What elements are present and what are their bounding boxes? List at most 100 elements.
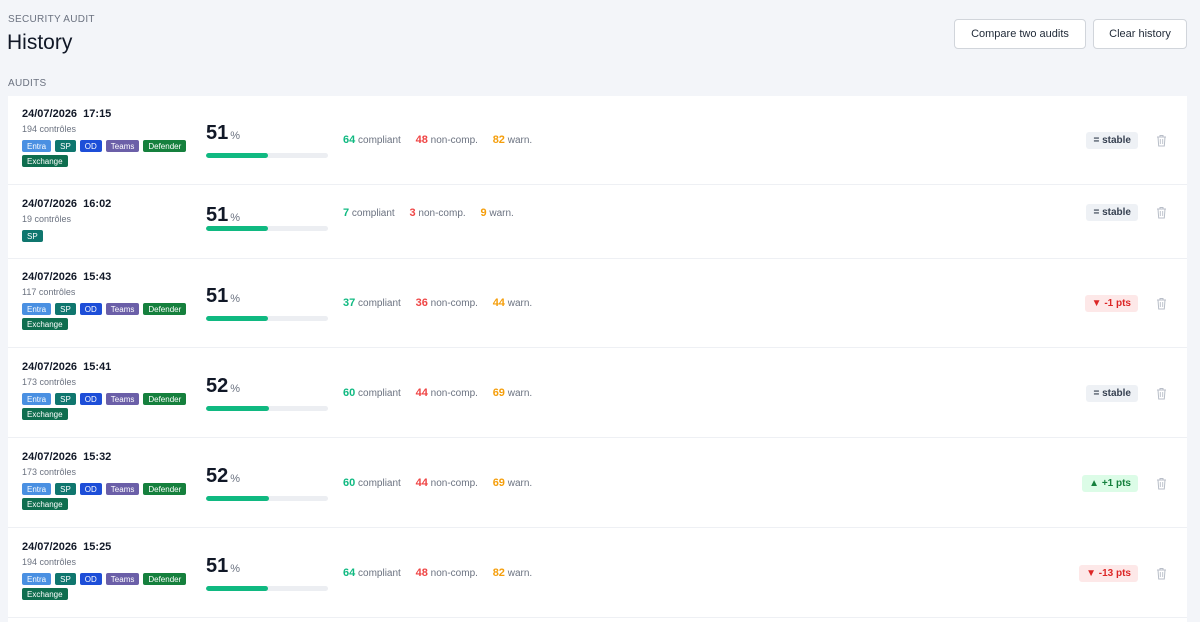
score-value: 52 (206, 465, 229, 487)
score-progress-bar (206, 586, 328, 591)
service-tag: Exchange (22, 318, 68, 330)
noncompliant-label: non-comp. (430, 388, 478, 399)
compliant-count: 64 (343, 134, 356, 146)
service-tag: Defender (143, 393, 187, 405)
trend-badge: = stable (1086, 204, 1138, 221)
audit-row[interactable]: 24/07/2026 15:43 117 contrôles Entra SP OD… (8, 259, 1187, 348)
page-eyebrow: SECURITY AUDIT (8, 14, 95, 25)
audit-stats: 60 compliant 44 non-comp. 69 warn. (343, 387, 532, 399)
compare-audits-button[interactable]: Compare two audits (954, 19, 1086, 49)
warning-count: 82 (492, 567, 505, 579)
audit-control-count: 117 contrôles (22, 287, 76, 297)
compliant-label: compliant (358, 568, 401, 579)
service-tag: OD (79, 573, 102, 585)
service-tags: Entra SP OD Teams Defender Exchange (22, 303, 200, 330)
trash-icon[interactable] (1156, 206, 1167, 219)
audit-row[interactable]: 24/07/2026 17:15 194 contrôles Entra SP OD… (8, 96, 1187, 185)
service-tag: Exchange (22, 408, 68, 420)
audit-date: 24/07/2026 17:15 (22, 108, 112, 120)
score-progress-fill (206, 406, 270, 411)
noncompliant-label: non-comp. (430, 478, 478, 489)
noncompliant-count: 44 (415, 477, 428, 489)
warning-label: warn. (489, 208, 514, 219)
audit-date: 24/07/2026 15:25 (22, 541, 112, 553)
audit-row[interactable]: 24/07/2026 15:41 173 contrôles Entra SP OD… (8, 349, 1187, 438)
audit-stats: 37 compliant 36 non-comp. 44 warn. (343, 297, 532, 309)
score-progress-bar (206, 226, 328, 231)
service-tag: Defender (143, 573, 187, 585)
clear-history-button[interactable]: Clear history (1093, 19, 1187, 49)
trash-icon[interactable] (1156, 297, 1167, 310)
audit-score: 52% (206, 465, 240, 488)
service-tags: SP (22, 230, 200, 242)
audit-control-count: 19 contrôles (22, 214, 72, 224)
service-tag: Defender (143, 140, 187, 152)
noncompliant-count: 44 (415, 387, 428, 399)
compliant-label: compliant (351, 208, 395, 219)
service-tag: Entra (22, 303, 52, 315)
service-tags: Entra SP OD Teams Defender Exchange (22, 573, 200, 600)
audit-stats: 7 compliant 3 non-comp. 9 warn. (343, 207, 514, 219)
noncompliant-count: 48 (415, 567, 428, 579)
audit-date: 24/07/2026 15:41 (22, 361, 112, 373)
score-percent-sign: % (230, 293, 241, 305)
score-value: 52 (206, 375, 229, 397)
warning-label: warn. (507, 298, 533, 309)
score-progress-bar (206, 406, 328, 411)
service-tag: Entra (22, 573, 52, 585)
warning-label: warn. (507, 388, 533, 399)
audit-row[interactable]: 24/07/2026 16:02 19 contrôles SP 51% 7 c… (8, 186, 1187, 259)
trash-icon[interactable] (1156, 134, 1167, 147)
score-progress-fill (206, 496, 270, 501)
compliant-label: compliant (358, 298, 401, 309)
audit-stats: 64 compliant 48 non-comp. 82 warn. (343, 567, 532, 579)
noncompliant-label: non-comp. (418, 208, 466, 219)
service-tag: SP (55, 303, 76, 315)
score-percent-sign: % (230, 563, 241, 575)
score-percent-sign: % (230, 383, 241, 395)
compliant-count: 7 (343, 207, 350, 219)
audit-stats: 64 compliant 48 non-comp. 82 warn. (343, 134, 532, 146)
audit-stats: 60 compliant 44 non-comp. 69 warn. (343, 477, 532, 489)
noncompliant-label: non-comp. (430, 568, 478, 579)
service-tag: SP (55, 573, 76, 585)
service-tag: SP (55, 483, 76, 495)
trend-badge: = stable (1086, 132, 1138, 149)
service-tag: Teams (105, 483, 140, 495)
service-tag: Teams (105, 573, 140, 585)
audit-row[interactable]: 24/07/2026 15:25 194 contrôles Entra SP OD… (8, 529, 1187, 618)
service-tag: Entra (22, 483, 52, 495)
audit-row[interactable]: 24/07/2026 15:32 173 contrôles Entra SP OD… (8, 439, 1187, 528)
trash-icon[interactable] (1156, 567, 1167, 580)
service-tag: Teams (105, 140, 140, 152)
service-tags: Entra SP OD Teams Defender Exchange (22, 393, 200, 420)
service-tag: Defender (143, 483, 187, 495)
page-title: History (7, 31, 73, 54)
service-tag: OD (79, 303, 102, 315)
score-percent-sign: % (230, 130, 241, 142)
score-value: 51 (206, 204, 229, 226)
trend-badge: ▼ -1 pts (1084, 295, 1138, 312)
trash-icon[interactable] (1156, 387, 1167, 400)
audit-score: 51% (206, 204, 240, 227)
trend-badge: ▲ +1 pts (1082, 475, 1138, 492)
service-tag: Exchange (22, 588, 68, 600)
audit-control-count: 194 contrôles (22, 124, 77, 134)
warning-count: 69 (492, 477, 505, 489)
service-tag: Teams (105, 393, 140, 405)
service-tag: SP (55, 140, 76, 152)
audit-date: 24/07/2026 15:43 (22, 271, 112, 283)
service-tag: OD (79, 393, 102, 405)
service-tag: SP (22, 230, 43, 242)
service-tag: Defender (143, 303, 187, 315)
audit-control-count: 173 contrôles (22, 377, 77, 387)
audit-score: 51% (206, 555, 240, 578)
audit-score: 52% (206, 375, 240, 398)
score-progress-fill (206, 316, 269, 321)
trend-badge: = stable (1086, 385, 1138, 402)
trash-icon[interactable] (1156, 477, 1167, 490)
service-tag: Entra (22, 393, 52, 405)
service-tag: Teams (105, 303, 140, 315)
audit-control-count: 173 contrôles (22, 467, 77, 477)
score-percent-sign: % (230, 473, 241, 485)
